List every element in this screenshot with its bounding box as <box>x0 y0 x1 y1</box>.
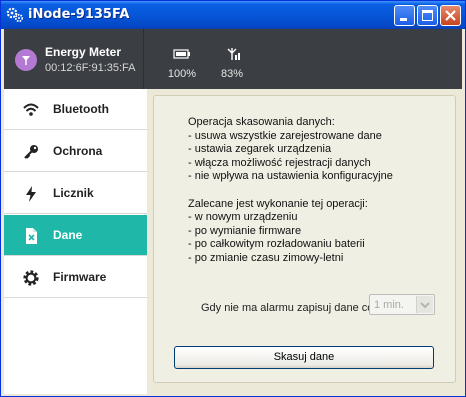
maximize-button[interactable] <box>417 5 438 26</box>
client-area: Energy Meter 00:12:6F:91:35:FA 100% 83% … <box>4 29 462 394</box>
nav-item-ochrona[interactable]: Ochrona <box>4 131 147 172</box>
device-info: Energy Meter 00:12:6F:91:35:FA <box>4 29 144 89</box>
alarm-interval-select[interactable]: 1 min. <box>369 294 435 315</box>
info-list-item: - w nowym urządzeniu <box>188 211 298 224</box>
gear-icon <box>23 270 39 286</box>
info-list-item: - włącza możliwość rejestracji danych <box>188 156 371 169</box>
nav-label: Licznik <box>53 186 94 200</box>
nav-item-licznik[interactable]: Licznik <box>4 173 147 214</box>
info-list-item: - nie wpływa na ustawienia konfiguracyjn… <box>188 170 393 183</box>
info-list-item: - ustawia zegarek urządzenia <box>188 143 332 156</box>
nav-label: Bluetooth <box>53 102 109 116</box>
minimize-button[interactable] <box>394 5 415 26</box>
nav-item-firmware[interactable]: Firmware <box>4 257 147 298</box>
signal-status: 83% <box>212 43 252 80</box>
gears-app-icon <box>6 7 24 23</box>
device-header: Energy Meter 00:12:6F:91:35:FA 100% 83% <box>4 29 462 89</box>
battery-status: 100% <box>162 43 202 80</box>
close-icon <box>445 10 456 21</box>
file-delete-icon <box>26 228 37 244</box>
info-text: Operacja skasowania danych: - usuwa wszy… <box>188 116 393 266</box>
info-list-item: - po zmianie czasu zimowy-letni <box>188 251 344 264</box>
close-button[interactable] <box>440 5 461 26</box>
data-panel: Operacja skasowania danych: - usuwa wszy… <box>153 95 456 383</box>
battery-icon <box>173 49 190 59</box>
info-title-recommended: Zalecane jest wykonanie tej operacji: <box>188 197 368 210</box>
maximize-icon <box>422 10 433 21</box>
info-list-item: - usuwa wszystkie zarejestrowane dane <box>188 129 382 142</box>
nav-label: Dane <box>53 228 83 242</box>
battery-value: 100% <box>167 68 197 80</box>
key-icon <box>24 145 38 159</box>
info-list-item: - po wymianie firmware <box>188 224 302 237</box>
device-name: Energy Meter <box>45 45 122 59</box>
window-title: iNode-9135FA <box>28 7 130 22</box>
nav-label: Firmware <box>53 270 107 284</box>
nav-label: Ochrona <box>53 144 103 158</box>
info-title-reset: Operacja skasowania danych: <box>188 116 335 128</box>
pin-icon <box>15 49 37 71</box>
minimize-icon <box>400 18 407 21</box>
chevron-down-icon <box>420 302 430 309</box>
sidebar-nav: Bluetooth Ochrona Licznik Dane Firmware <box>4 89 148 359</box>
signal-antenna-icon <box>227 48 240 60</box>
alarm-interval-label: Gdy nie ma alarmu zapisuj dane co <box>201 302 374 314</box>
nav-item-dane[interactable]: Dane <box>4 215 147 256</box>
signal-value: 83% <box>220 68 244 80</box>
title-bar[interactable]: iNode-9135FA <box>1 1 465 29</box>
erase-data-button[interactable]: Skasuj dane <box>174 346 434 369</box>
lightning-icon <box>26 186 36 202</box>
select-value: 1 min. <box>374 299 404 311</box>
info-list-item: - po całkowitym rozładowaniu baterii <box>188 238 365 251</box>
select-arrow[interactable] <box>416 296 433 313</box>
nav-item-bluetooth[interactable]: Bluetooth <box>4 89 147 130</box>
app-window: iNode-9135FA Energy Meter 00:12:6F:91:35… <box>0 0 466 397</box>
device-id: 00:12:6F:91:35:FA <box>45 62 136 74</box>
wifi-icon <box>23 103 39 116</box>
